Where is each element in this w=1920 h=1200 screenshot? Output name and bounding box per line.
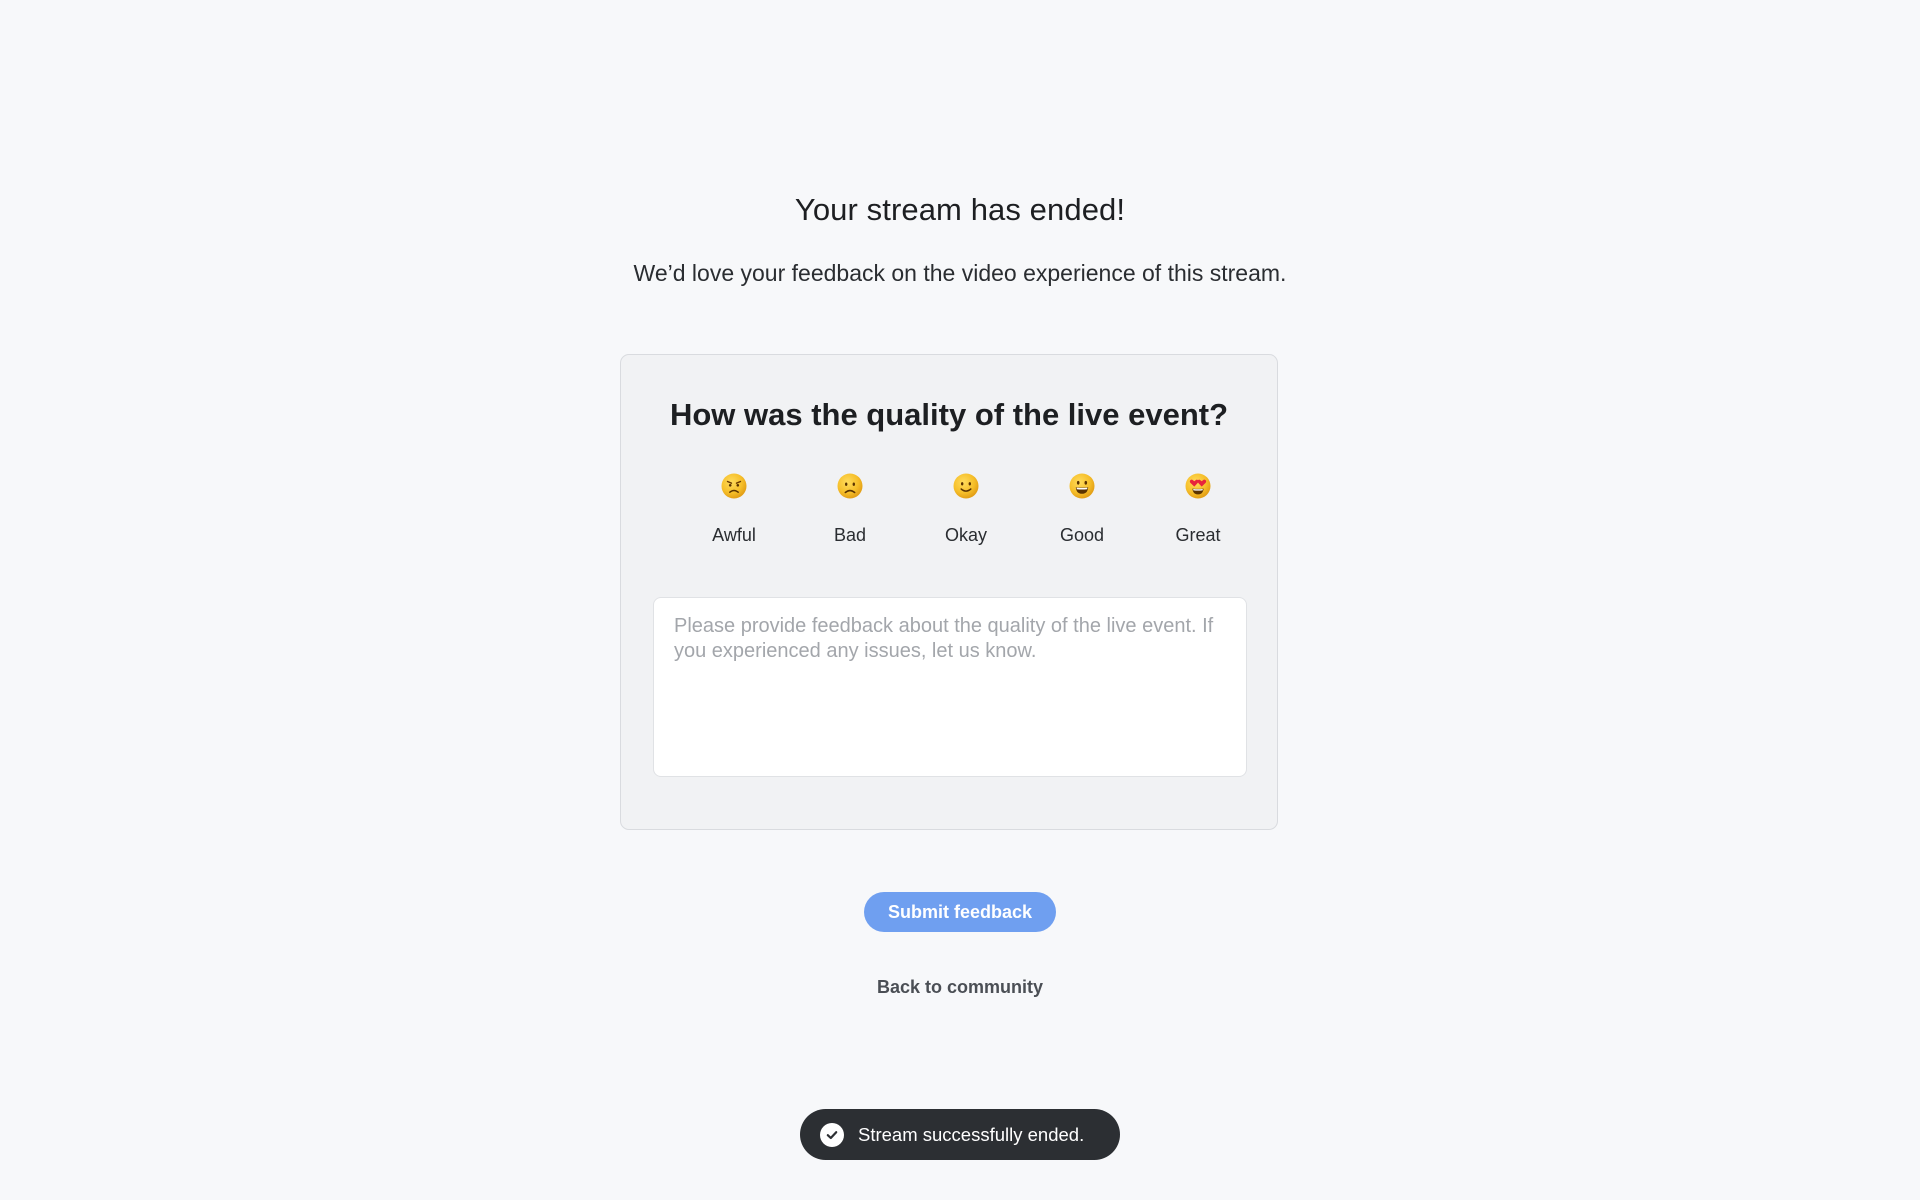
rating-label: Great: [1175, 525, 1221, 545]
success-toast: Stream successfully ended.: [800, 1109, 1120, 1160]
feedback-card: How was the quality of the live event? A…: [620, 354, 1278, 830]
frowning-face-icon: [837, 473, 863, 499]
rating-label: Good: [1059, 525, 1105, 545]
rating-label: Okay: [944, 525, 987, 545]
stream-ended-page: Your stream has ended! We’d love your fe…: [0, 0, 1920, 1200]
quality-question: How was the quality of the live event?: [669, 397, 1229, 432]
rating-okay[interactable]: Okay: [911, 473, 1021, 563]
rating-label: Awful: [712, 525, 756, 545]
rating-label: Bad: [833, 525, 867, 545]
rating-awful[interactable]: Awful: [679, 473, 789, 563]
page-title: Your stream has ended!: [794, 192, 1126, 227]
heart-eyes-face-icon: [1185, 473, 1211, 499]
rating-great[interactable]: Great: [1143, 473, 1253, 563]
slightly-smiling-face-icon: [953, 473, 979, 499]
check-circle-icon: [820, 1122, 844, 1147]
grinning-face-icon: [1069, 473, 1095, 499]
back-to-community-link[interactable]: Back to community: [0, 977, 1920, 998]
page-subtitle: We’d love your feedback on the video exp…: [633, 260, 1287, 286]
submit-feedback-button[interactable]: Submit feedback: [864, 892, 1056, 932]
rating-options: Awful Bad Okay Good Great: [679, 473, 1261, 563]
rating-bad[interactable]: Bad: [795, 473, 905, 563]
angry-face-icon: [721, 473, 747, 499]
rating-good[interactable]: Good: [1027, 473, 1137, 563]
toast-message: Stream successfully ended.: [858, 1123, 1085, 1145]
feedback-textarea[interactable]: [653, 597, 1247, 777]
